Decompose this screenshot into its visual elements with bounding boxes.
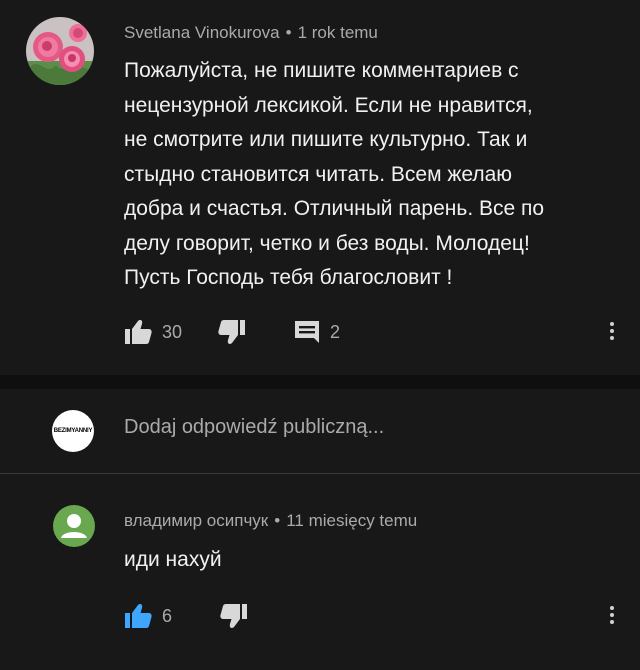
more-vert-icon[interactable] (608, 603, 616, 627)
user-avatar: BEZIMYANNIY (52, 410, 94, 452)
comment-icon (295, 321, 320, 343)
comment-2: владимир осипчук • 11 miesięcy temu иди на… (0, 474, 640, 670)
comment-line: Пусть Господь тебя благословит ! (124, 266, 453, 289)
author-name[interactable]: Svetlana Vinokurova (124, 23, 280, 42)
comment-meta: владимир осипчук • 11 miesięcy temu (124, 511, 417, 531)
comment-line: нецензурной лексикой. Если не нравится, (124, 93, 533, 117)
reply-count: 2 (330, 321, 341, 342)
dislike-button[interactable] (218, 319, 246, 345)
comment-line: не смотрите или пишите культурно. Так и (124, 128, 528, 151)
comment-line: стыдно становится читать. Всем желаю (124, 162, 513, 186)
roses-image (26, 17, 94, 85)
meta-separator: • (274, 511, 281, 530)
like-button[interactable]: 6 (124, 603, 172, 629)
thumbs-up-icon (125, 604, 152, 628)
comment-line: Пожалуйста, не пишите комментариев с (124, 59, 519, 82)
thumbs-up-icon (125, 320, 152, 344)
comment-text: Пожалуйста, не пишите комментариев с нец… (124, 54, 624, 296)
like-count: 30 (162, 321, 183, 342)
comment-time[interactable]: 1 rok temu (298, 23, 378, 42)
avatar-default[interactable] (53, 505, 95, 547)
meta-separator: • (285, 23, 292, 42)
like-button[interactable]: 30 (124, 319, 182, 345)
section-divider (0, 375, 640, 389)
thumbs-down-icon (218, 320, 246, 344)
replies-button[interactable]: 2 (294, 320, 340, 344)
like-count: 6 (162, 605, 173, 626)
comment-actions: 6 (124, 600, 276, 632)
comment-time[interactable]: 11 miesięcy temu (286, 511, 417, 530)
comment-text: иди нахуй (124, 543, 624, 578)
comment-line: иди нахуй (124, 548, 222, 571)
avatar-roses[interactable] (26, 17, 94, 85)
comment-line: делу говорит, четко и без воды. Молодец! (124, 231, 530, 255)
person-icon (61, 514, 87, 538)
reply-input[interactable]: Dodaj odpowiedź publiczną... (124, 416, 384, 439)
reply-box: BEZIMYANNIY Dodaj odpowiedź publiczną... (0, 389, 640, 474)
comment-meta: Svetlana Vinokurova • 1 rok temu (124, 23, 378, 43)
author-name[interactable]: владимир осипчук (124, 511, 268, 530)
comment-line: добра и счастья. Отличный парень. Все по (124, 197, 545, 220)
more-vert-icon[interactable] (608, 319, 616, 343)
avatar-logo-text: BEZIMYANNIY (53, 428, 93, 434)
dislike-button[interactable] (220, 603, 248, 629)
comment-actions: 30 2 (124, 316, 368, 348)
thumbs-down-icon (220, 604, 248, 628)
comment-1: Svetlana Vinokurova • 1 rok temu Пожалуйст… (0, 0, 640, 375)
